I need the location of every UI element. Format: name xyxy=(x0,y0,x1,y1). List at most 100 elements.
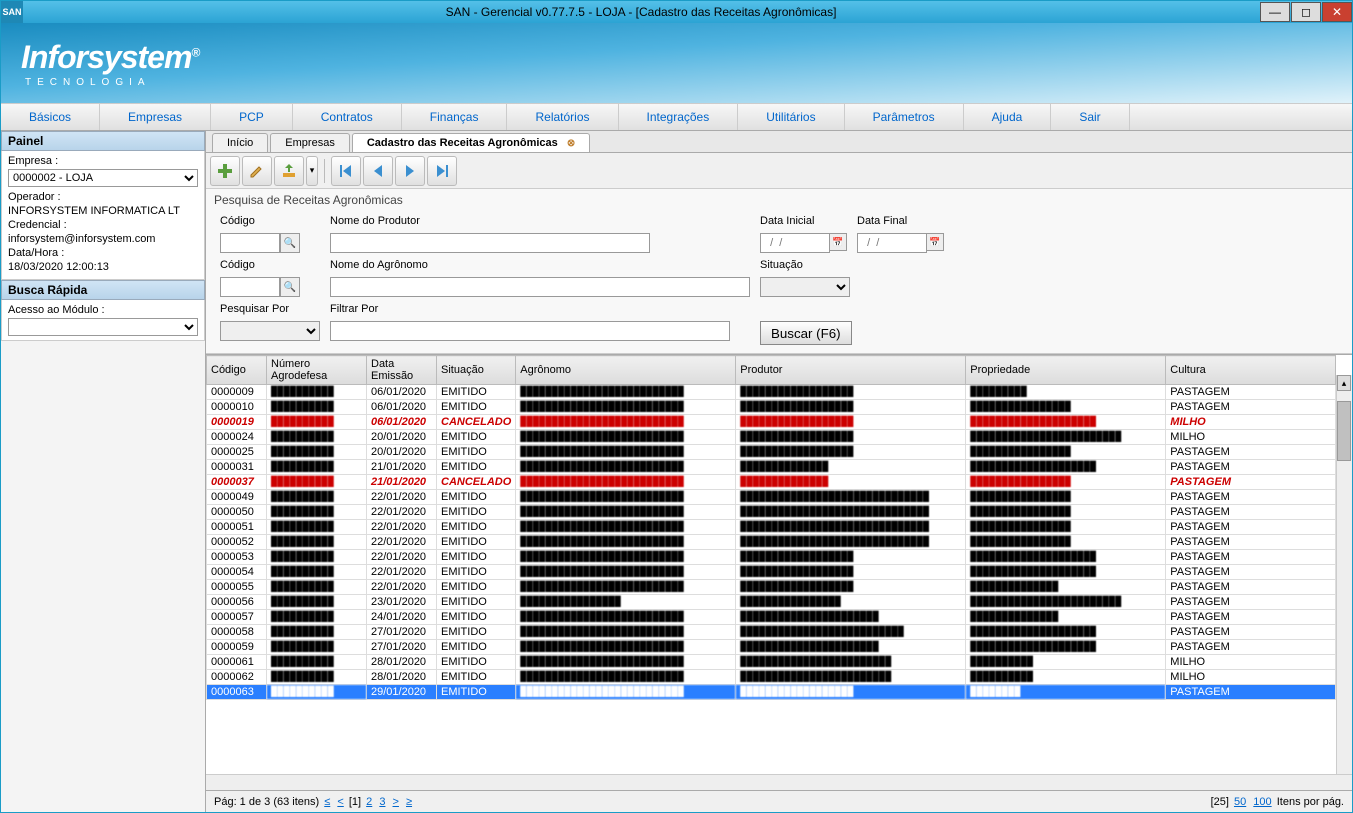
table-row[interactable]: 0000058██████████27/01/2020EMITIDO██████… xyxy=(207,625,1336,640)
table-row[interactable]: 0000010██████████06/01/2020EMITIDO██████… xyxy=(207,400,1336,415)
cell: 0000057 xyxy=(207,610,267,625)
col-numero[interactable]: Número Agrodefesa xyxy=(267,356,367,385)
close-icon[interactable]: ⊗ xyxy=(567,138,575,149)
table-row[interactable]: 0000063██████████29/01/2020EMITIDO██████… xyxy=(207,685,1336,700)
cell: PASTAGEM xyxy=(1166,445,1336,460)
col-agronomo[interactable]: Agrônomo xyxy=(516,356,736,385)
menu-integracoes[interactable]: Integrações xyxy=(619,104,739,130)
cell: EMITIDO xyxy=(437,595,516,610)
pager-last[interactable]: ≥ xyxy=(406,796,412,808)
menu-sair[interactable]: Sair xyxy=(1051,104,1129,130)
menu-parametros[interactable]: Parâmetros xyxy=(845,104,964,130)
table-row[interactable]: 0000062██████████28/01/2020EMITIDO██████… xyxy=(207,670,1336,685)
table-row[interactable]: 0000061██████████28/01/2020EMITIDO██████… xyxy=(207,655,1336,670)
menu-financas[interactable]: Finanças xyxy=(402,104,508,130)
next-button[interactable] xyxy=(395,156,425,186)
col-produtor[interactable]: Produtor xyxy=(736,356,966,385)
cell: ████████████████ xyxy=(966,475,1166,490)
minimize-button[interactable]: — xyxy=(1260,2,1290,22)
horizontal-scrollbar[interactable] xyxy=(206,774,1352,790)
first-button[interactable] xyxy=(331,156,361,186)
menu-ajuda[interactable]: Ajuda xyxy=(964,104,1052,130)
table-row[interactable]: 0000052██████████22/01/2020EMITIDO██████… xyxy=(207,535,1336,550)
cell: PASTAGEM xyxy=(1166,640,1336,655)
cell: PASTAGEM xyxy=(1166,580,1336,595)
cell: ██████████████████████████ xyxy=(516,415,736,430)
scroll-thumb[interactable] xyxy=(1337,401,1351,461)
tab-inicio[interactable]: Início xyxy=(212,133,268,152)
tab-cadastro-receitas[interactable]: Cadastro das Receitas Agronômicas ⊗ xyxy=(352,133,590,152)
datai-input[interactable] xyxy=(760,233,830,253)
pager-size-100[interactable]: 100 xyxy=(1253,796,1271,808)
prev-button[interactable] xyxy=(363,156,393,186)
produtor-input[interactable] xyxy=(330,233,650,253)
col-situacao[interactable]: Situação xyxy=(437,356,516,385)
calendar-icon[interactable]: 📅 xyxy=(926,233,944,251)
menu-contratos[interactable]: Contratos xyxy=(293,104,402,130)
pager-page-3[interactable]: 3 xyxy=(379,796,385,808)
pager-prev[interactable]: < xyxy=(337,796,343,808)
scroll-up-icon[interactable]: ▴ xyxy=(1337,375,1351,391)
pager-size-50[interactable]: 50 xyxy=(1234,796,1246,808)
table-row[interactable]: 0000059██████████27/01/2020EMITIDO██████… xyxy=(207,640,1336,655)
table-row[interactable]: 0000050██████████22/01/2020EMITIDO██████… xyxy=(207,505,1336,520)
operador-value: INFORSYSTEM INFORMATICA LT xyxy=(8,205,198,217)
table-row[interactable]: 0000019██████████06/01/2020CANCELADO████… xyxy=(207,415,1336,430)
busca-select[interactable] xyxy=(8,318,198,336)
col-propriedade[interactable]: Propriedade xyxy=(966,356,1166,385)
cell: ██████████████ xyxy=(966,610,1166,625)
table-row[interactable]: 0000053██████████22/01/2020EMITIDO██████… xyxy=(207,550,1336,565)
menu-basicos[interactable]: Básicos xyxy=(1,104,100,130)
vertical-scrollbar[interactable]: ▴ xyxy=(1336,375,1352,774)
codigo-agronomo-input[interactable] xyxy=(220,277,280,297)
pager-first[interactable]: ≤ xyxy=(324,796,330,808)
pager-next[interactable]: > xyxy=(393,796,399,808)
data-grid[interactable]: Código Número Agrodefesa Data Emissão Si… xyxy=(206,355,1336,700)
cell: PASTAGEM xyxy=(1166,490,1336,505)
cell: ████████████████ xyxy=(966,535,1166,550)
filtrar-input[interactable] xyxy=(330,321,730,341)
col-codigo[interactable]: Código xyxy=(207,356,267,385)
menu-pcp[interactable]: PCP xyxy=(211,104,293,130)
cell: ██████████████████████████ xyxy=(516,670,736,685)
menu-empresas[interactable]: Empresas xyxy=(100,104,211,130)
export-dropdown[interactable]: ▾ xyxy=(306,156,318,186)
agronomo-input[interactable] xyxy=(330,277,750,297)
table-row[interactable]: 0000054██████████22/01/2020EMITIDO██████… xyxy=(207,565,1336,580)
col-cultura[interactable]: Cultura xyxy=(1166,356,1336,385)
table-row[interactable]: 0000056██████████23/01/2020EMITIDO██████… xyxy=(207,595,1336,610)
edit-button[interactable] xyxy=(242,156,272,186)
menu-relatorios[interactable]: Relatórios xyxy=(507,104,618,130)
table-row[interactable]: 0000057██████████24/01/2020EMITIDO██████… xyxy=(207,610,1336,625)
last-button[interactable] xyxy=(427,156,457,186)
calendar-icon[interactable]: 📅 xyxy=(829,233,847,251)
cell: 0000031 xyxy=(207,460,267,475)
dataf-input[interactable] xyxy=(857,233,927,253)
maximize-button[interactable]: ◻ xyxy=(1291,2,1321,22)
cell: ██████████████████████████████ xyxy=(736,520,966,535)
table-row[interactable]: 0000037██████████21/01/2020CANCELADO████… xyxy=(207,475,1336,490)
empresa-select[interactable]: 0000002 - LOJA xyxy=(8,169,198,187)
table-row[interactable]: 0000009██████████06/01/2020EMITIDO██████… xyxy=(207,385,1336,400)
lookup-agronomo-button[interactable]: 🔍 xyxy=(280,277,300,297)
table-row[interactable]: 0000031██████████21/01/2020EMITIDO██████… xyxy=(207,460,1336,475)
close-button[interactable]: ✕ xyxy=(1322,2,1352,22)
lookup-produtor-button[interactable]: 🔍 xyxy=(280,233,300,253)
table-row[interactable]: 0000055██████████22/01/2020EMITIDO██████… xyxy=(207,580,1336,595)
col-data[interactable]: Data Emissão xyxy=(367,356,437,385)
situacao-select[interactable] xyxy=(760,277,850,297)
menu-utilitarios[interactable]: Utilitários xyxy=(738,104,844,130)
add-button[interactable] xyxy=(210,156,240,186)
table-row[interactable]: 0000025██████████20/01/2020EMITIDO██████… xyxy=(207,445,1336,460)
table-row[interactable]: 0000024██████████20/01/2020EMITIDO██████… xyxy=(207,430,1336,445)
buscar-button[interactable]: Buscar (F6) xyxy=(760,321,852,345)
cell: ██████████████████████████ xyxy=(516,550,736,565)
export-button[interactable] xyxy=(274,156,304,186)
pesquisar-select[interactable] xyxy=(220,321,320,341)
codigo-produtor-input[interactable] xyxy=(220,233,280,253)
tab-empresas[interactable]: Empresas xyxy=(270,133,350,152)
table-row[interactable]: 0000049██████████22/01/2020EMITIDO██████… xyxy=(207,490,1336,505)
pager-page-2[interactable]: 2 xyxy=(366,796,372,808)
credencial-label: Credencial : xyxy=(8,219,198,231)
table-row[interactable]: 0000051██████████22/01/2020EMITIDO██████… xyxy=(207,520,1336,535)
